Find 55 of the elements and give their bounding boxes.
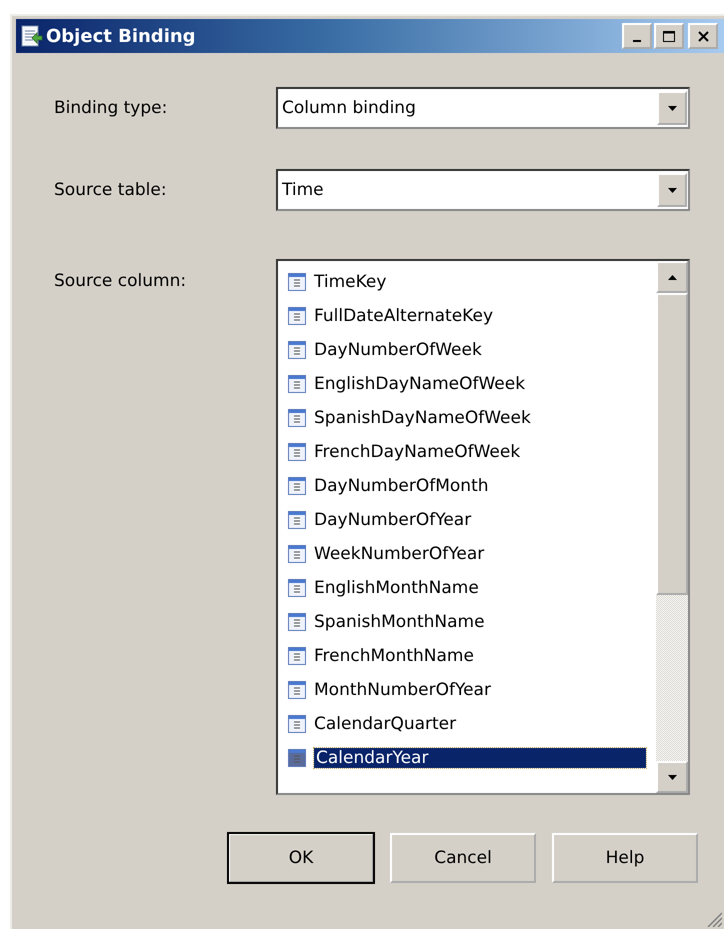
column-icon — [288, 375, 306, 393]
column-icon — [288, 477, 306, 495]
column-icon — [288, 579, 306, 597]
list-item[interactable]: MonthNumberOfYear — [288, 673, 646, 707]
column-icon — [288, 749, 306, 767]
window-title: Object Binding — [46, 26, 197, 46]
maximize-button[interactable] — [654, 23, 684, 49]
list-item[interactable]: CalendarQuarter — [288, 707, 646, 741]
list-item[interactable]: SpanishDayNameOfWeek — [288, 401, 646, 435]
scrollbar[interactable] — [656, 261, 688, 793]
column-icon — [288, 307, 306, 325]
column-icon — [288, 511, 306, 529]
dialog-button[interactable]: Help — [552, 833, 698, 883]
column-icon — [288, 341, 306, 359]
close-icon — [698, 30, 708, 42]
column-icon — [288, 613, 306, 631]
list-item[interactable]: DayNumberOfWeek — [288, 333, 646, 367]
down-arrow-icon — [668, 774, 676, 780]
close-button[interactable] — [688, 23, 718, 49]
column-icon — [288, 715, 306, 733]
column-icon — [288, 273, 306, 291]
field-label: Binding type: — [54, 98, 168, 118]
minimize-icon — [633, 40, 641, 42]
dialog-button[interactable]: OK — [228, 833, 374, 883]
list-item[interactable]: FrenchDayNameOfWeek — [288, 435, 646, 469]
field-label: Source table: — [54, 180, 168, 200]
column-icon — [288, 647, 306, 665]
dropdown-button[interactable] — [657, 91, 687, 125]
list-item[interactable]: TimeKey — [288, 265, 646, 299]
list-item[interactable]: DayNumberOfMonth — [288, 469, 646, 503]
column-icon — [288, 545, 306, 563]
dialog-button[interactable]: Cancel — [390, 833, 536, 883]
dropdown-field[interactable]: Time — [276, 169, 690, 211]
list-item[interactable]: FrenchMonthName — [288, 639, 646, 673]
column-icon — [288, 443, 306, 461]
list-item[interactable]: FullDateAlternateKey — [288, 299, 646, 333]
dropdown-field[interactable]: Column binding — [276, 87, 690, 129]
column-icon — [288, 409, 306, 427]
dropdown-button[interactable] — [657, 173, 687, 207]
scroll-up-button[interactable] — [656, 261, 688, 293]
down-arrow-icon — [668, 106, 676, 110]
list-item[interactable]: EnglishMonthName — [288, 571, 646, 605]
down-arrow-icon — [668, 188, 676, 192]
up-arrow-icon — [668, 274, 676, 280]
scroll-thumb[interactable] — [656, 293, 688, 595]
list-item[interactable]: EnglishDayNameOfWeek — [288, 367, 646, 401]
column-icon — [288, 681, 306, 699]
field-label: Source column: — [54, 271, 188, 291]
document-arrow-icon — [20, 25, 44, 47]
list-item[interactable]: DayNumberOfYear — [288, 503, 646, 537]
minimize-button[interactable] — [622, 23, 652, 49]
scroll-down-button[interactable] — [656, 761, 688, 793]
maximize-icon — [663, 30, 675, 42]
list-item[interactable]: WeekNumberOfYear — [288, 537, 646, 571]
list-item[interactable]: SpanishMonthName — [288, 605, 646, 639]
